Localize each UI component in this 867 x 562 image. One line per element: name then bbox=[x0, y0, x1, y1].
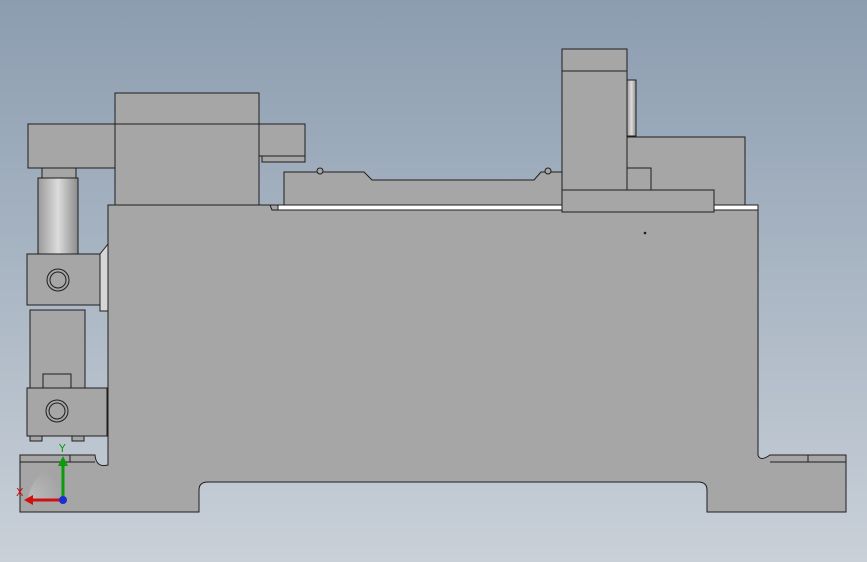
right-fixture-cap bbox=[561, 48, 628, 72]
arm-extension bbox=[258, 123, 306, 157]
triad-z-axis bbox=[59, 496, 67, 504]
axis-x-label: X bbox=[16, 486, 24, 499]
axis-y-label: Y bbox=[59, 442, 66, 455]
graphics-viewport[interactable]: X Y bbox=[0, 0, 867, 562]
left-arm bbox=[27, 123, 116, 169]
cylinder-rod bbox=[37, 177, 79, 255]
base-plate bbox=[19, 204, 847, 513]
slide-rail bbox=[283, 171, 563, 206]
left-clamp-block bbox=[114, 92, 260, 206]
cad-model-front-view[interactable] bbox=[0, 0, 867, 562]
guide-pin bbox=[626, 79, 637, 137]
